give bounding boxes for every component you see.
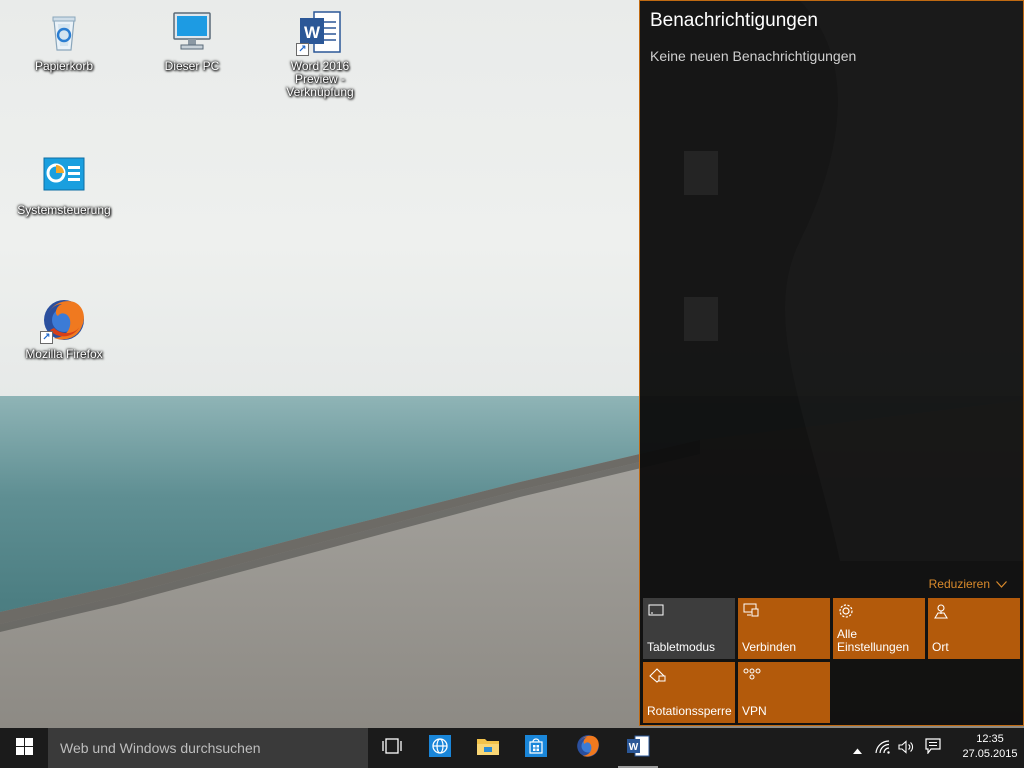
search-placeholder: Web und Windows durchsuchen [60, 740, 261, 756]
start-button[interactable] [0, 728, 48, 768]
search-box[interactable]: Web und Windows durchsuchen [48, 728, 368, 768]
quick-action-location[interactable]: Ort [928, 598, 1020, 659]
rotation-lock-icon [648, 667, 666, 683]
clock-time: 12:35 [976, 733, 1004, 745]
tablet-mode-icon [648, 603, 664, 617]
quick-action-label: Alle Einstellungen [837, 627, 910, 654]
windows-logo-icon [15, 737, 33, 759]
desktop-icon-label: Papierkorb [34, 59, 94, 73]
vpn-icon [743, 667, 761, 681]
action-center-backdrop [684, 1, 1023, 561]
desktop-icon-label: Word 2016 Preview - Verknüpfung [286, 59, 354, 99]
edge-icon [429, 735, 451, 761]
show-hidden-icons-button[interactable] [848, 728, 866, 768]
word-icon: W ↗ [296, 8, 344, 56]
gear-icon [838, 603, 854, 618]
quick-action-rotation-lock[interactable]: Rotationssperre [643, 662, 735, 723]
collapse-quick-actions-button[interactable]: Reduzieren [929, 577, 1007, 591]
volume-tray-button[interactable] [896, 728, 918, 768]
svg-text:W: W [304, 23, 321, 42]
quick-action-label: Rotationssperre [647, 704, 732, 718]
word-icon: W [626, 735, 650, 761]
recycle-bin-icon [40, 8, 88, 56]
collapse-label: Reduzieren [928, 577, 990, 591]
taskbar-word-button[interactable]: W [614, 728, 662, 768]
connect-icon [743, 603, 759, 617]
quick-action-vpn[interactable]: VPN [738, 662, 830, 723]
computer-icon [168, 8, 216, 56]
quick-action-label: Ort [932, 640, 949, 654]
action-center-tray-button[interactable] [920, 728, 946, 768]
quick-action-connect[interactable]: Verbinden [738, 598, 830, 659]
control-panel-icon [40, 152, 88, 200]
quick-action-label: Verbinden [742, 640, 797, 654]
action-center-title: Benachrichtigungen [650, 10, 818, 31]
shortcut-arrow-icon: ↗ [40, 331, 53, 344]
firefox-icon: ↗ [40, 296, 88, 344]
store-icon [525, 735, 547, 761]
desktop-icon-firefox[interactable]: ↗ Mozilla Firefox [16, 296, 112, 361]
taskbar: Web und Windows durchsuchen W 12:35 27.0… [0, 728, 1024, 768]
firefox-icon [575, 733, 601, 763]
network-tray-button[interactable] [872, 728, 894, 768]
no-notifications-text: Keine neuen Benachrichtigungen [650, 48, 857, 64]
quick-action-all-settings[interactable]: Alle Einstellungen [833, 598, 925, 659]
file-explorer-icon [476, 736, 500, 760]
task-view-button[interactable] [368, 728, 416, 768]
desktop-icon-label: Mozilla Firefox [25, 347, 103, 361]
taskbar-clock[interactable]: 12:35 27.05.2015 [956, 728, 1024, 768]
quick-action-tablet-mode[interactable]: Tabletmodus [643, 598, 735, 659]
desktop-icon-label: Dieser PC [164, 59, 220, 73]
desktop-icon-control-panel[interactable]: Systemsteuerung [16, 152, 112, 217]
task-view-icon [382, 738, 402, 758]
quick-action-label: VPN [742, 704, 767, 718]
taskbar-store-button[interactable] [512, 728, 560, 768]
wifi-icon [875, 739, 891, 758]
chevron-up-icon [852, 739, 862, 758]
notifications-icon [925, 738, 941, 758]
shortcut-arrow-icon: ↗ [296, 43, 309, 56]
quick-action-label: Tabletmodus [647, 640, 716, 654]
taskbar-edge-button[interactable] [416, 728, 464, 768]
action-center-panel: Benachrichtigungen Keine neuen Benachric… [639, 0, 1024, 726]
clock-date: 27.05.2015 [962, 748, 1018, 760]
taskbar-firefox-button[interactable] [564, 728, 612, 768]
svg-text:W: W [629, 742, 639, 753]
desktop-icon-label: Systemsteuerung [17, 203, 111, 217]
desktop-icon-this-pc[interactable]: Dieser PC [144, 8, 240, 73]
speaker-icon [898, 739, 916, 758]
desktop-icon-recycle-bin[interactable]: Papierkorb [16, 8, 112, 73]
desktop-icon-word-shortcut[interactable]: W ↗ Word 2016 Preview - Verknüpfung [272, 8, 368, 99]
location-icon [933, 603, 949, 619]
taskbar-file-explorer-button[interactable] [464, 728, 512, 768]
chevron-down-icon [996, 577, 1007, 591]
